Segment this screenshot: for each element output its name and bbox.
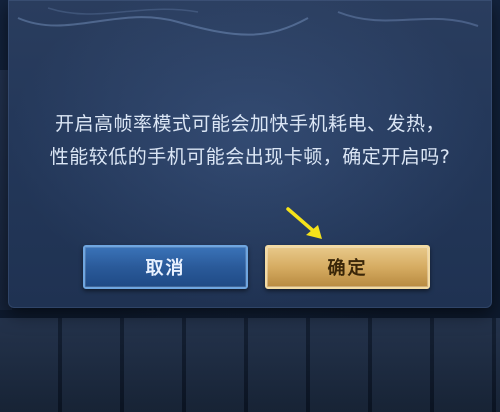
confirm-button-label: 确定	[327, 258, 368, 279]
cancel-button[interactable]: 取消	[83, 245, 248, 289]
dialog-message-line-1: 开启高帧率模式可能会加快手机耗电、发热，	[54, 113, 445, 135]
cancel-button-label: 取消	[145, 258, 186, 279]
dialog-message: 开启高帧率模式可能会加快手机耗电、发热， 性能较低的手机可能会出现卡顿，确定开启…	[8, 108, 492, 174]
background-item-strip	[0, 318, 500, 412]
dialog-message-line-2: 性能较低的手机可能会出现卡顿，确定开启吗?	[49, 146, 451, 168]
confirm-button[interactable]: 确定	[265, 245, 430, 289]
yellow-arrow-icon	[286, 207, 322, 239]
decorative-swirl-icon	[17, 7, 479, 36]
